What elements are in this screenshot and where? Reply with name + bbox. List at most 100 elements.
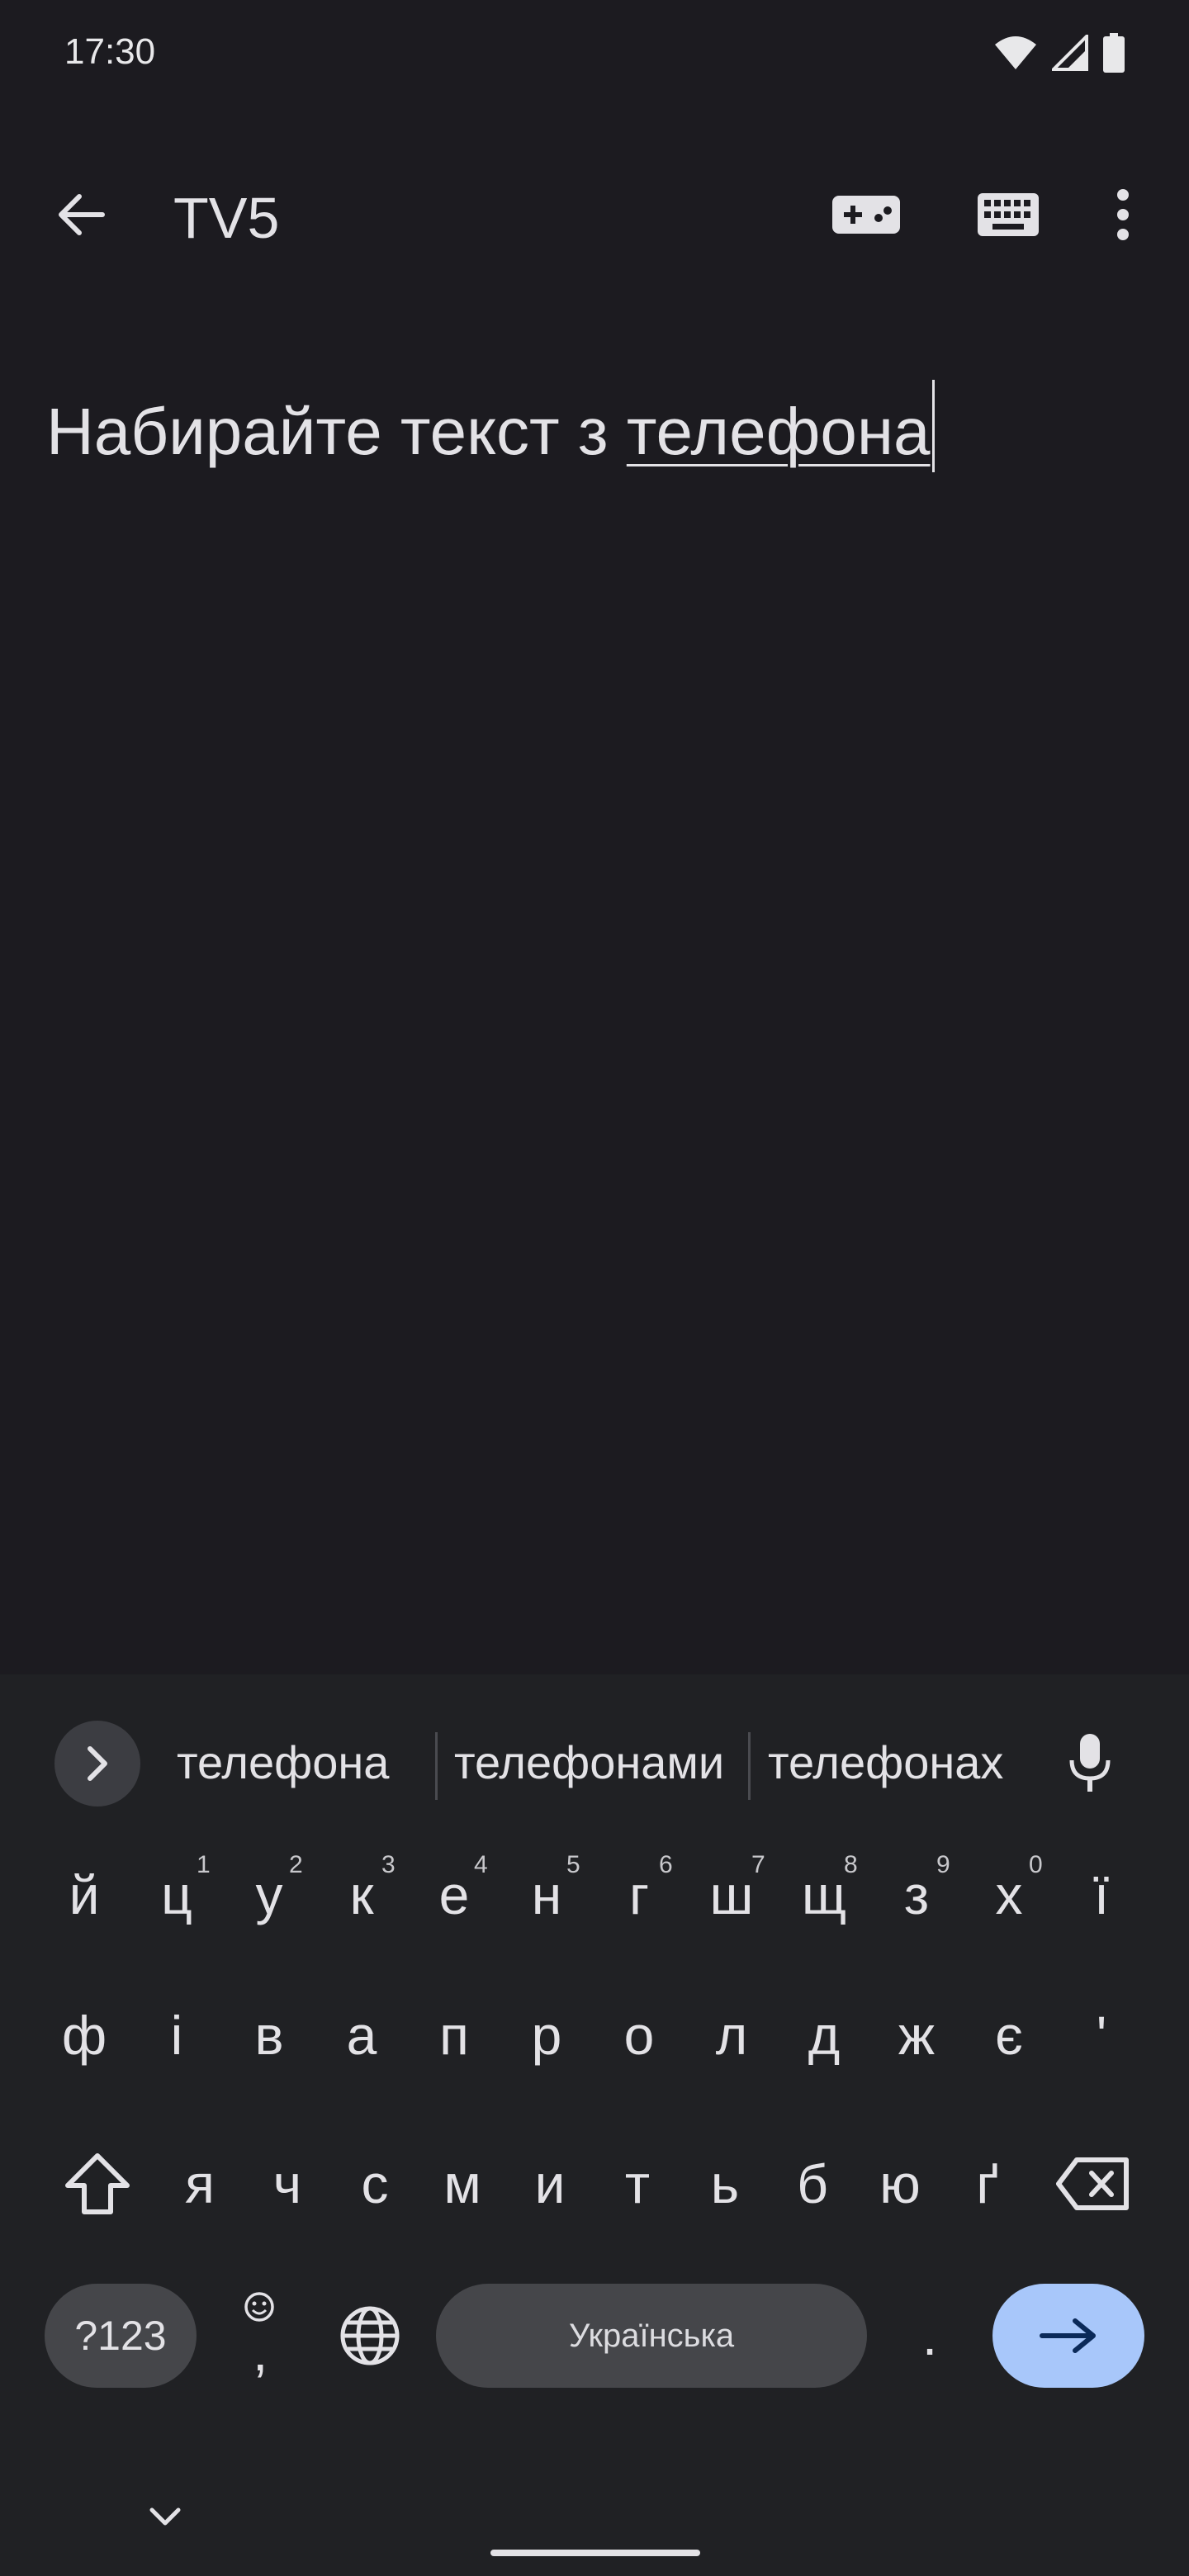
key-letter[interactable]: у2 (225, 1833, 314, 1957)
key-letter[interactable]: з9 (872, 1833, 961, 1957)
suggestion-divider (748, 1732, 751, 1800)
key-letter[interactable]: й (40, 1833, 129, 1957)
keyboard: телефона телефонами телефонах й ц1 у2 к3… (0, 1674, 1189, 2576)
voice-input-button[interactable] (1049, 1721, 1131, 1807)
typed-text: Набирайте текст з (46, 395, 627, 468)
key-hint: 6 (659, 1851, 673, 1878)
key-letter[interactable]: г6 (594, 1833, 684, 1957)
key-hint: 7 (751, 1851, 765, 1878)
key-letter[interactable]: я (157, 2122, 243, 2246)
key-letter[interactable]: б (770, 2122, 855, 2246)
cellular-signal-icon (1052, 35, 1088, 71)
key-label: у (255, 1864, 283, 1925)
key-label: з (903, 1864, 930, 1925)
battery-icon (1103, 33, 1125, 73)
key-letter[interactable]: п (410, 1973, 499, 2097)
shift-icon (65, 2153, 130, 2214)
key-label: е (438, 1864, 470, 1925)
navigation-handle[interactable] (490, 2550, 700, 2556)
arrow-forward-icon (1040, 2318, 1096, 2353)
text-input[interactable]: Набирайте текст з телефона (46, 380, 935, 472)
key-letter[interactable]: і (132, 1973, 221, 2097)
enter-key[interactable] (992, 2284, 1144, 2388)
key-label: ц (161, 1864, 192, 1925)
key-letter[interactable]: р (502, 1973, 591, 2097)
backspace-icon (1056, 2157, 1129, 2210)
suggestion-2[interactable]: телефонами (454, 1735, 724, 1789)
key-letter[interactable]: д (779, 1973, 869, 2097)
key-letter[interactable]: м (419, 2122, 505, 2246)
suggestion-1[interactable]: телефона (177, 1735, 389, 1789)
globe-icon (340, 2306, 400, 2365)
emoji-icon (244, 2292, 274, 2322)
key-letter[interactable]: ч (244, 2122, 330, 2246)
back-button[interactable] (40, 173, 122, 256)
key-letter[interactable]: т (594, 2122, 680, 2246)
key-letter[interactable]: ї (1057, 1833, 1146, 1957)
key-hint: 9 (936, 1851, 950, 1878)
key-hint: 2 (289, 1851, 303, 1878)
key-label: ї (1093, 1864, 1110, 1925)
key-letter[interactable]: а (317, 1973, 406, 2097)
text-caret (931, 380, 935, 472)
suggestion-strip: телефона телефонами телефонах (0, 1699, 1189, 1823)
chevron-down-icon (149, 2507, 181, 2526)
arrow-back-icon (59, 194, 105, 235)
key-letter[interactable]: н5 (502, 1833, 591, 1957)
shift-key[interactable] (40, 2122, 155, 2246)
key-letter[interactable]: ц1 (132, 1833, 221, 1957)
key-letter[interactable]: щ8 (779, 1833, 869, 1957)
key-apostrophe[interactable]: ' (1057, 1973, 1146, 2097)
key-letter[interactable]: л (687, 1973, 776, 2097)
status-icons (994, 33, 1125, 73)
key-letter[interactable]: в (225, 1973, 314, 2097)
composing-word: телефона (626, 395, 931, 468)
key-letter[interactable]: ж (872, 1973, 961, 2097)
keyboard-toggle-button[interactable] (963, 173, 1054, 256)
key-label: й (69, 1864, 100, 1925)
page-title: TV5 (173, 186, 280, 250)
status-time: 17:30 (64, 31, 156, 72)
key-label: н (531, 1864, 562, 1925)
more-vert-icon (1117, 189, 1129, 240)
key-letter[interactable]: ф (40, 1973, 129, 2097)
comma-label: , (253, 2321, 268, 2382)
emoji-comma-key[interactable]: , (216, 2284, 302, 2388)
key-hint: 8 (844, 1851, 858, 1878)
wifi-icon (995, 36, 1036, 69)
suggestion-divider (435, 1732, 438, 1800)
toolbar-expand-button[interactable] (54, 1721, 140, 1807)
backspace-key[interactable] (1035, 2122, 1151, 2246)
mic-icon (1069, 1734, 1111, 1792)
key-letter[interactable]: ґ (945, 2122, 1030, 2246)
screen: 17:30 TV5 Набирайте текст з телефона тел… (0, 0, 1189, 2576)
more-options-button[interactable] (1082, 173, 1164, 256)
key-letter[interactable]: ш7 (687, 1833, 776, 1957)
gamepad-button[interactable] (821, 173, 912, 256)
key-letter[interactable]: е4 (410, 1833, 499, 1957)
key-letter[interactable]: с (332, 2122, 418, 2246)
key-letter[interactable]: и (507, 2122, 593, 2246)
key-label: г (628, 1864, 650, 1925)
period-key[interactable]: . (887, 2284, 973, 2388)
chevron-right-icon (88, 1746, 107, 1781)
key-hint: 3 (381, 1851, 396, 1878)
key-letter[interactable]: ю (857, 2122, 943, 2246)
key-label: к (349, 1864, 374, 1925)
key-hint: 0 (1029, 1851, 1043, 1878)
key-label: ш (709, 1864, 754, 1925)
symbols-key[interactable]: ?123 (45, 2284, 197, 2388)
keyboard-icon (978, 193, 1039, 236)
key-label: щ (801, 1864, 847, 1925)
hide-keyboard-button[interactable] (132, 2484, 198, 2550)
key-hint: 4 (474, 1851, 488, 1878)
key-letter[interactable]: ь (682, 2122, 768, 2246)
key-letter[interactable]: х0 (964, 1833, 1054, 1957)
key-letter[interactable]: о (594, 1973, 684, 2097)
key-letter[interactable]: є (964, 1973, 1054, 2097)
language-switch-key[interactable] (324, 2284, 416, 2388)
key-label: х (995, 1864, 1023, 1925)
key-letter[interactable]: к3 (317, 1833, 406, 1957)
suggestion-3[interactable]: телефонах (768, 1735, 1003, 1789)
space-bar[interactable]: Українська (436, 2284, 867, 2388)
